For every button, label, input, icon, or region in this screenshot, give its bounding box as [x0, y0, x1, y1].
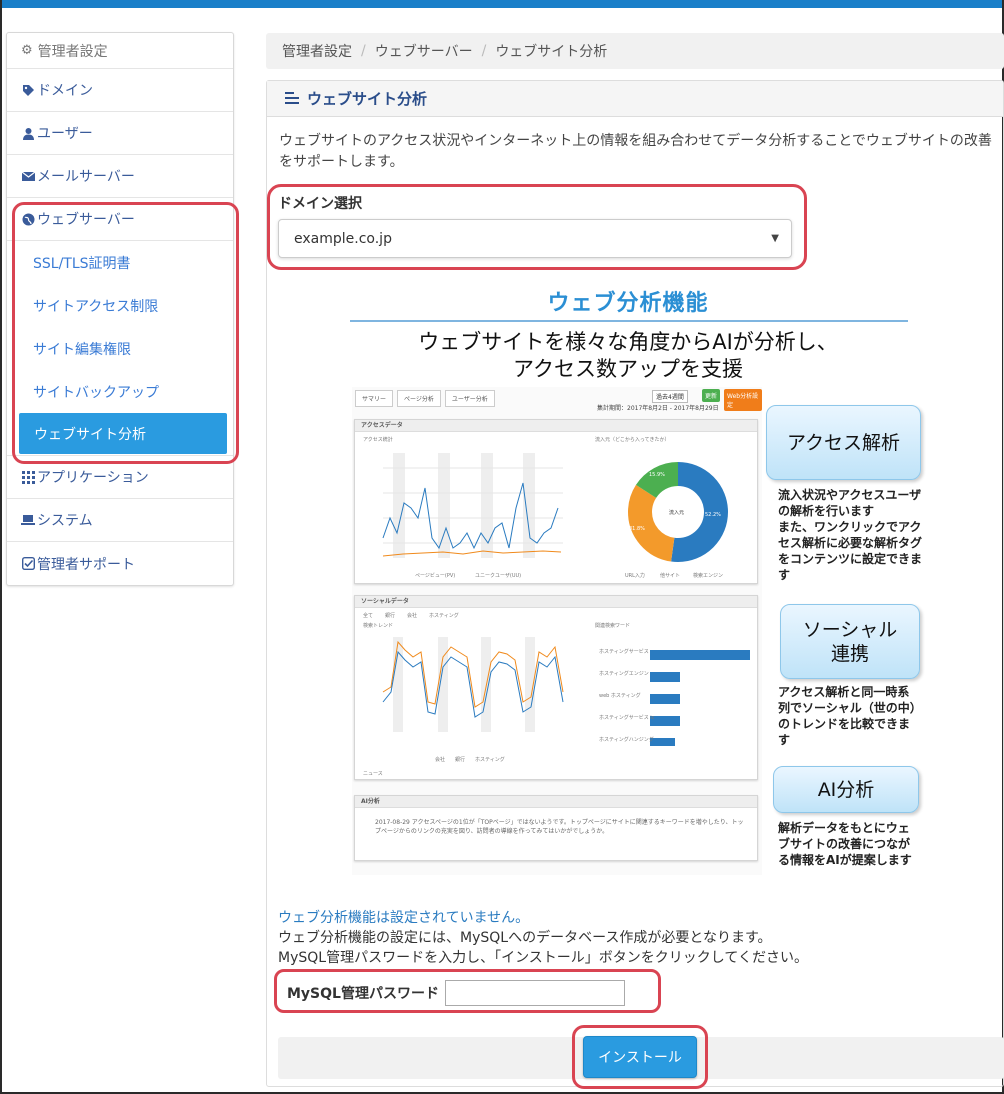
install-info: ウェブ分析機能の設定には、MySQLへのデータベース作成が必要となります。 My… [278, 928, 808, 968]
preview-bar-label: ホスティングエンジン [599, 671, 649, 677]
sidebar-item-user[interactable]: ユーザー [7, 112, 233, 155]
callout-ai: AI分析 [773, 766, 919, 813]
callout-access-analysis: アクセス解析 [766, 405, 921, 480]
preview-donut-legend: 他サイト [660, 573, 681, 579]
preview-bar-label: ホスティングサービス [599, 649, 649, 655]
not-configured-message: ウェブ分析機能は設定されていません。 [278, 910, 530, 926]
preview-access-line-chart [382, 453, 563, 558]
dashboard-preview-image: サマリー ページ分析 ユーザー分析 過去4週間 更新 Web分析設定 集計期間：… [352, 387, 762, 875]
preview-filter: ホスティング [429, 613, 459, 619]
preview-donut-legend: URL入力 [625, 573, 645, 579]
preview-card-title: AI分析 [355, 796, 757, 808]
envelope-icon [21, 171, 35, 182]
preview-bar-label: ホスティングハンジング [599, 737, 654, 743]
panel-title: ウェブサイト分析 [307, 90, 428, 108]
breadcrumb: 管理者設定 / ウェブサーバー / ウェブサイト分析 [266, 33, 1004, 69]
breadcrumb-item-current: ウェブサイト分析 [495, 44, 608, 60]
preview-donut-value: 15.9% [649, 472, 665, 478]
preview-news-label: ニュース [363, 771, 383, 777]
list-icon [285, 90, 299, 108]
preview-chart-label: アクセス統計 [363, 437, 393, 443]
install-info-line: MySQL管理パスワードを入力し、「インストール」ボタンをクリックしてください。 [278, 950, 808, 966]
highlight-box-password [274, 969, 661, 1013]
tag-icon [21, 84, 35, 97]
preview-settings-button: Web分析設定 [724, 389, 762, 411]
preview-tab: サマリー [355, 390, 394, 407]
preview-donut-legend: 検索エンジン [693, 573, 724, 579]
preview-trend-legend: ホスティング [475, 757, 505, 763]
promo-subtitle-line: アクセス数アップを支援 [513, 357, 743, 381]
sidebar-item-label: アプリケーション [37, 470, 149, 486]
sidebar-item-domain[interactable]: ドメイン [7, 69, 233, 112]
install-info-line: ウェブ分析機能の設定には、MySQLへのデータベース作成が必要となります。 [278, 930, 772, 946]
preview-donut-center: 流入元 [669, 510, 685, 516]
preview-card-title: アクセスデータ [355, 420, 757, 432]
preview-access-card: アクセスデータ アクセス統計 流入元（どこから入ってきたか） ページビュー(PV… [354, 419, 758, 584]
breadcrumb-separator: / [481, 43, 487, 59]
callout-text: 解析データをもとにウェブサイトの改善につながる情報をAIが提案します [778, 821, 912, 867]
promo-divider [350, 320, 908, 322]
preview-update-button: 更新 [702, 389, 721, 402]
preview-traffic-label: 流入元（どこから入ってきたか） [595, 437, 670, 443]
preview-trend-legend: 会社 [435, 757, 446, 763]
sidebar-item-label: 管理者サポート [37, 556, 135, 573]
highlight-box-install [572, 1025, 708, 1089]
promo-title: ウェブ分析機能 [547, 291, 709, 316]
preview-related-label: 関連検索ワード [595, 623, 631, 629]
preview-bar-label: ホスティングサービス ic [599, 715, 655, 721]
promo-subtitle-line: ウェブサイトを様々な角度からAIが分析し、 [418, 330, 838, 354]
preview-period-select: 過去4週間 [652, 390, 688, 403]
promo-subtitle: ウェブサイトを様々な角度からAIが分析し、 アクセス数アップを支援 [350, 329, 906, 383]
preview-social-card: ソーシャルデータ 全て 銀行 会社 ホスティング 検索トレンド 関連検索ワード … [354, 595, 758, 780]
breadcrumb-item[interactable]: 管理者設定 [282, 41, 352, 61]
callout-text: 流入状況やアクセスユーザの解析を行います また、ワンクリックでアクセス解析に必要… [778, 488, 923, 582]
preview-donut-value: 31.8% [629, 526, 645, 532]
preview-tab: ユーザー分析 [444, 390, 495, 407]
sidebar-item-label: ドメイン [37, 83, 93, 99]
preview-ai-text: 2017-08-29 アクセスページの1位が「TOPページ」ではないようです。ト… [375, 819, 744, 835]
preview-bar-label: web ホスティング [599, 693, 641, 699]
preview-filter: 会社 [407, 613, 418, 619]
breadcrumb-item[interactable]: ウェブサーバー [375, 41, 473, 61]
callout-social: ソーシャル 連携 [780, 604, 920, 679]
preview-period: 集計期間：2017年8月2日 - 2017年8月29日 [597, 405, 719, 412]
highlight-box-sidebar [12, 202, 239, 464]
sidebar-item-system[interactable]: システム [7, 499, 233, 542]
panel-description: ウェブサイトのアクセス状況やインターネット上の情報を組み合わせてデータ分析するこ… [279, 133, 992, 170]
sidebar-item-support[interactable]: 管理者サポート [7, 542, 233, 585]
sidebar-item-mail-server[interactable]: メールサーバー [7, 155, 233, 198]
check-square-icon [21, 557, 35, 570]
sidebar-header: ⚙ 管理者設定 [7, 33, 233, 69]
grid-icon [21, 470, 35, 484]
user-icon [21, 127, 35, 140]
preview-line-legend-uu: ユニークユーザ(UU) [475, 573, 522, 579]
highlight-box-domain [267, 184, 807, 270]
preview-trend-legend: 銀行 [455, 757, 466, 763]
preview-ai-card: AI分析 2017-08-29 アクセスページの1位が「TOPページ」ではないよ… [354, 795, 758, 861]
sidebar-header-label: 管理者設定 [37, 43, 108, 60]
panel-header: ウェブサイト分析 [267, 81, 1003, 117]
preview-filter: 銀行 [385, 613, 396, 619]
preview-trend-line-chart [382, 637, 564, 732]
preview-trend-label: 検索トレンド [363, 623, 394, 629]
callout-text: アクセス解析と同一時系列でソーシャル（世の中）のトレンドを比較できます [778, 685, 916, 747]
breadcrumb-separator: / [361, 43, 366, 59]
sidebar-item-label: メールサーバー [37, 169, 135, 185]
preview-tabs: サマリー ページ分析 ユーザー分析 [355, 390, 495, 407]
sidebar-item-label: ユーザー [37, 126, 93, 142]
sidebar-item-label: システム [37, 513, 93, 529]
gear-icon: ⚙ [21, 43, 33, 58]
preview-line-legend-pv: ページビュー(PV) [415, 573, 456, 579]
preview-tab: ページ分析 [397, 390, 441, 407]
preview-card-title: ソーシャルデータ [355, 596, 757, 608]
laptop-icon [21, 514, 35, 526]
preview-donut-value: 52.2% [705, 512, 721, 518]
preview-filter: 全て [363, 613, 374, 619]
